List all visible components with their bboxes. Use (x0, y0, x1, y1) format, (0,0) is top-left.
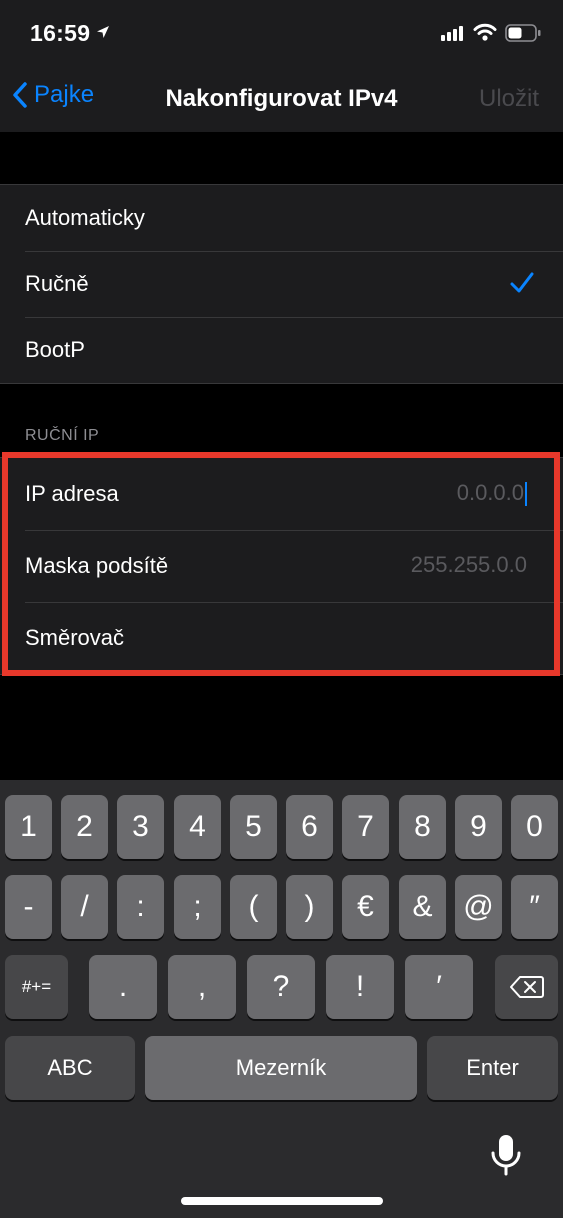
key-double-quote[interactable]: ″ (511, 875, 558, 939)
key-colon[interactable]: : (117, 875, 164, 939)
checkmark-icon (509, 271, 535, 301)
save-button[interactable]: Uložit (479, 85, 539, 113)
top-bar: 16:59 Pajke Nakonfigurovat IPv4 Uložit (0, 0, 563, 132)
option-manual[interactable]: Ručně (0, 251, 563, 317)
ipv4-mode-list: Automaticky Ručně BootP (0, 184, 563, 384)
key-2[interactable]: 2 (61, 795, 108, 859)
status-bar: 16:59 (0, 0, 563, 66)
key-more-symbols[interactable]: #+= (5, 955, 68, 1019)
wifi-icon (473, 23, 497, 46)
key-7[interactable]: 7 (342, 795, 389, 859)
backspace-icon (509, 976, 544, 998)
delete-key[interactable] (495, 955, 558, 1019)
key-5[interactable]: 5 (230, 795, 277, 859)
key-8[interactable]: 8 (399, 795, 446, 859)
key-close-paren[interactable]: ) (286, 875, 333, 939)
section-header-manual-ip: RUČNÍ IP (25, 427, 100, 444)
option-automatic[interactable]: Automaticky (0, 185, 563, 251)
home-indicator (181, 1197, 383, 1205)
key-apostrophe[interactable]: ′ (405, 955, 473, 1019)
key-exclamation[interactable]: ! (326, 955, 394, 1019)
battery-icon (505, 24, 541, 47)
key-comma[interactable]: , (168, 955, 236, 1019)
option-label: Ručně (25, 271, 89, 296)
key-3[interactable]: 3 (117, 795, 164, 859)
key-1[interactable]: 1 (5, 795, 52, 859)
option-label: BootP (25, 337, 85, 362)
highlight-frame (2, 452, 560, 676)
keyboard: 1 2 3 4 5 6 7 8 9 0 - / : ; ( ) € & @ ″ … (0, 780, 563, 1218)
key-at[interactable]: @ (455, 875, 502, 939)
microphone-icon[interactable] (489, 1133, 523, 1182)
location-arrow-icon (96, 25, 110, 44)
enter-key[interactable]: Enter (427, 1036, 558, 1100)
key-euro[interactable]: € (342, 875, 389, 939)
navigation-bar: Pajke Nakonfigurovat IPv4 Uložit (0, 66, 563, 132)
space-key[interactable]: Mezerník (145, 1036, 417, 1100)
key-semicolon[interactable]: ; (174, 875, 221, 939)
key-9[interactable]: 9 (455, 795, 502, 859)
key-0[interactable]: 0 (511, 795, 558, 859)
status-time: 16:59 (30, 20, 91, 46)
key-hyphen[interactable]: - (5, 875, 52, 939)
key-ampersand[interactable]: & (399, 875, 446, 939)
cellular-signal-icon (441, 25, 465, 46)
key-open-paren[interactable]: ( (230, 875, 277, 939)
key-slash[interactable]: / (61, 875, 108, 939)
key-question[interactable]: ? (247, 955, 315, 1019)
key-4[interactable]: 4 (174, 795, 221, 859)
key-6[interactable]: 6 (286, 795, 333, 859)
option-bootp[interactable]: BootP (0, 317, 563, 383)
key-period[interactable]: . (89, 955, 157, 1019)
abc-key[interactable]: ABC (5, 1036, 135, 1100)
option-label: Automaticky (25, 205, 145, 230)
